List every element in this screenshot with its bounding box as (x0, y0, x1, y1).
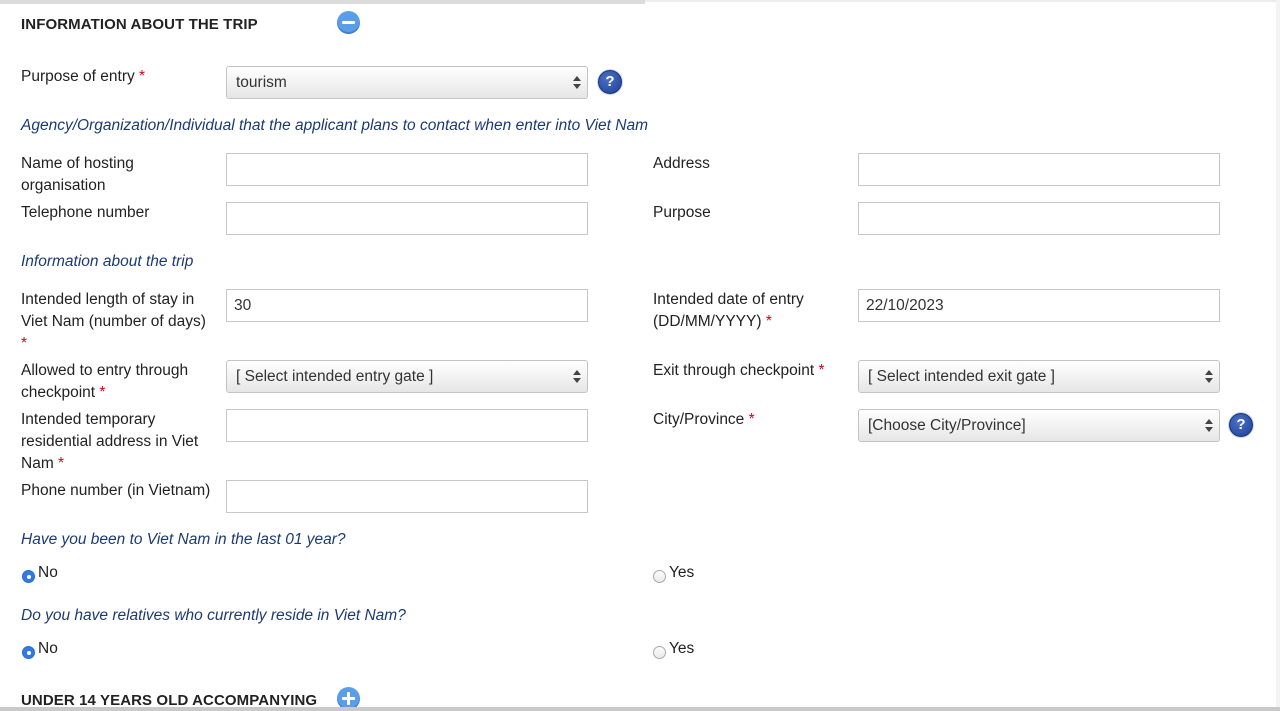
agency-heading: Agency/Organization/Individual that the … (21, 117, 648, 134)
help-question-icon[interactable]: ? (598, 70, 622, 94)
residential-address-input[interactable] (226, 409, 588, 442)
relatives-yes-label: Yes (669, 640, 695, 657)
entry-gate-select-value: [ Select intended entry gate ] (236, 368, 434, 385)
trip-heading: Information about the trip (21, 253, 194, 270)
purpose-select[interactable]: tourism (226, 66, 588, 99)
select-arrows-icon (573, 74, 581, 92)
telephone-input[interactable] (226, 202, 588, 235)
vn-phone-label: Phone number (in Vietnam) (21, 482, 211, 499)
address-label: Address (653, 155, 710, 172)
top-border-right (645, 0, 1280, 2)
help-question-icon[interactable]: ? (1229, 413, 1253, 437)
relatives-no-label: No (38, 640, 58, 657)
visited-no-radio[interactable] (22, 570, 35, 583)
exit-gate-select-value: [ Select intended exit gate ] (868, 368, 1055, 385)
length-of-stay-label: Intended length of stay in Viet Nam (num… (21, 291, 206, 352)
relatives-yes-radio[interactable] (653, 646, 666, 659)
top-border (0, 0, 645, 4)
purpose-select-value: tourism (236, 74, 287, 91)
agency-purpose-label: Purpose (653, 204, 711, 221)
entry-date-label: Intended date of entry (DD/MM/YYYY) * (653, 291, 804, 330)
telephone-label: Telephone number (21, 204, 150, 221)
relatives-no-radio[interactable] (22, 646, 35, 659)
minus-circle-icon[interactable] (337, 11, 360, 34)
bottom-border (0, 707, 1280, 711)
exit-gate-label: Exit through checkpoint * (653, 362, 825, 379)
visited-no-label: No (38, 564, 58, 581)
visited-question: Have you been to Viet Nam in the last 01… (21, 531, 346, 548)
vn-phone-input[interactable] (226, 480, 588, 513)
select-arrows-icon (573, 368, 581, 386)
hosting-org-input[interactable] (226, 153, 588, 186)
hosting-org-label: Name of hosting organisation (21, 155, 134, 194)
address-input[interactable] (858, 153, 1220, 186)
purpose-label: Purpose of entry * (21, 68, 146, 85)
scrollbar-track (1276, 0, 1280, 711)
select-arrows-icon (1205, 368, 1213, 386)
length-of-stay-input[interactable]: 30 (226, 289, 588, 322)
city-label: City/Province * (653, 411, 755, 428)
entry-gate-label: Allowed to entry through checkpoint * (21, 362, 189, 401)
select-arrows-icon (1205, 417, 1213, 435)
section-title: INFORMATION ABOUT THE TRIP (21, 16, 258, 33)
visited-yes-radio[interactable] (653, 570, 666, 583)
relatives-question: Do you have relatives who currently resi… (21, 607, 406, 624)
agency-purpose-input[interactable] (858, 202, 1220, 235)
visited-yes-label: Yes (669, 564, 695, 581)
city-select-value: [Choose City/Province] (868, 417, 1026, 434)
exit-gate-select[interactable]: [ Select intended exit gate ] (858, 360, 1220, 393)
residential-address-label: Intended temporary residential address i… (21, 411, 199, 472)
city-select[interactable]: [Choose City/Province] (858, 409, 1220, 442)
entry-date-input[interactable]: 22/10/2023 (858, 289, 1220, 322)
entry-gate-select[interactable]: [ Select intended entry gate ] (226, 360, 588, 393)
